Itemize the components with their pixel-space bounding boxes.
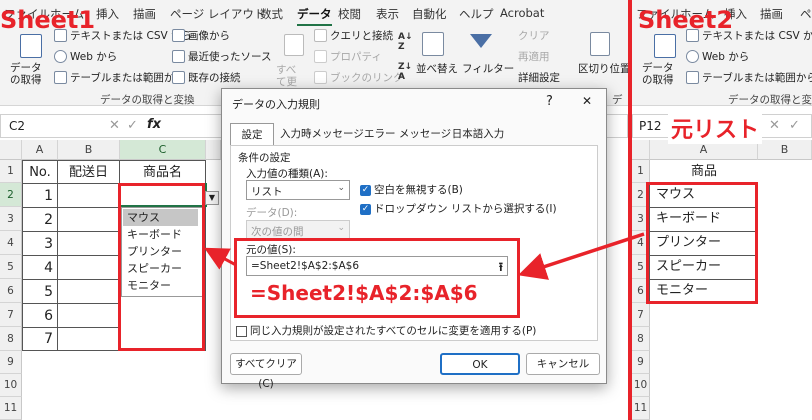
arrow-source-to-dropdown — [204, 247, 237, 270]
annotation-arrows — [204, 232, 645, 280]
arrow-list-to-source — [518, 232, 645, 280]
